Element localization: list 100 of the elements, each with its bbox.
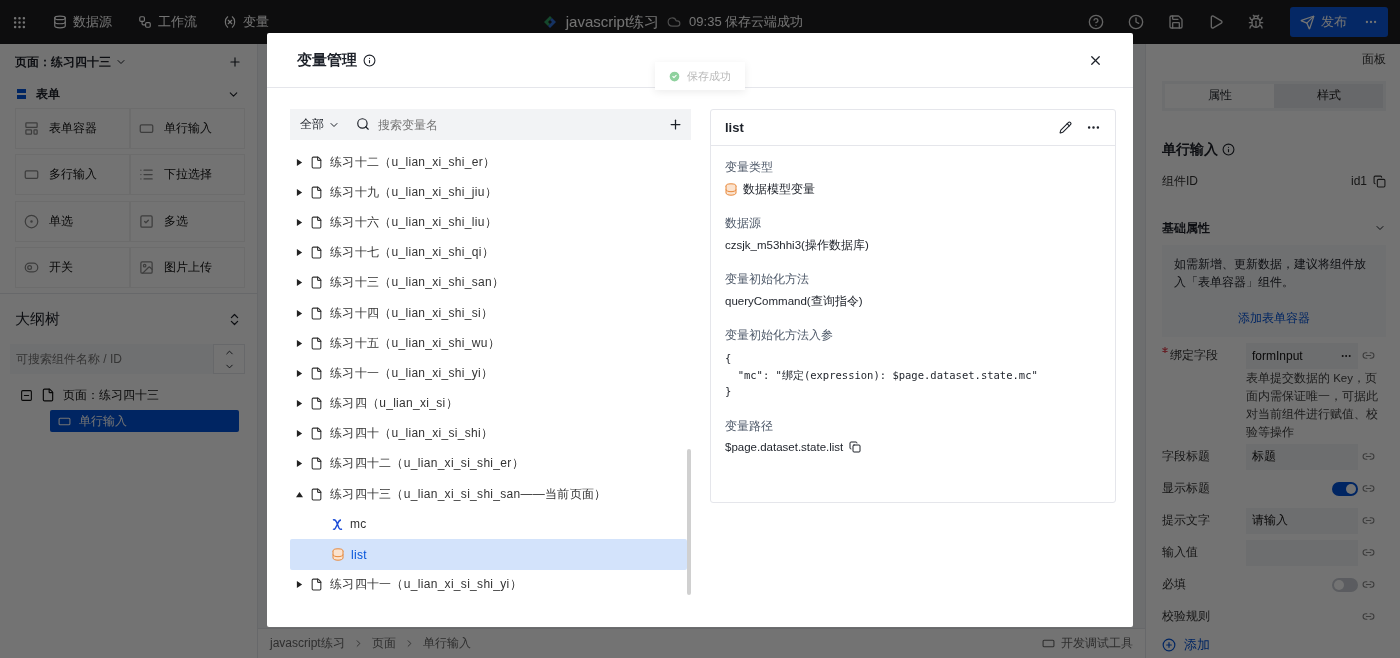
toggle-switch[interactable] [1332,481,1358,496]
toast-text: 保存成功 [687,68,731,84]
outline-node[interactable]: 单行输入 [50,410,239,432]
toggle-switch[interactable] [1332,577,1358,592]
binding-field[interactable]: formInput [1246,342,1358,369]
page-icon [310,336,323,350]
image-icon [139,259,154,275]
breadcrumb-link[interactable]: 单行输入 [422,635,471,652]
info-icon[interactable] [363,53,376,67]
caret-icon[interactable] [296,369,303,377]
filter-dropdown[interactable]: 全部 [290,109,356,140]
app-title: javascript练习 [565,12,660,32]
tree-label: 练习十四（u_lian_xi_shi_si） [330,304,494,322]
input-field[interactable]: 标题 [1246,443,1358,470]
page-select[interactable]: 页面：练习四十三 [15,53,127,71]
tree-item[interactable]: 练习四十一（u_lian_xi_si_shi_yi） [290,569,687,600]
add-link[interactable]: 添加 [1162,632,1386,658]
tree-item[interactable]: 练习十二（u_lian_xi_shi_er） [290,147,687,178]
tree-label: 练习十七（u_lian_xi_shi_qi） [330,244,494,262]
tree-label: 练习十一（u_lian_xi_shi_yi） [330,364,494,382]
variable-name: list [725,120,744,135]
tree-item[interactable]: 练习四十二（u_lian_xi_si_shi_er） [290,448,687,480]
tree-item[interactable]: 练习十六（u_lian_xi_shi_liu） [290,207,687,238]
outline-search-field[interactable]: 可搜索组件名称 / ID [10,344,213,374]
collapse-icon[interactable] [20,388,33,402]
caret-icon[interactable] [296,279,303,287]
page-icon [310,185,323,199]
scrollbar[interactable] [687,449,691,595]
cloud-icon [667,15,682,29]
component-item[interactable]: 多行输入 [15,154,130,196]
add-icon[interactable] [228,55,242,69]
caret-icon[interactable] [296,188,303,196]
page-icon [310,578,323,592]
outline-label: 页面：练习四十三 [63,386,159,404]
component-item[interactable]: 开关 [15,246,130,288]
page-icon [310,155,323,169]
tree-item[interactable]: 练习十一（u_lian_xi_shi_yi） [290,358,687,389]
edit-icon[interactable] [1059,121,1072,134]
caret-icon[interactable] [296,249,303,257]
copy-icon[interactable] [1373,174,1386,188]
debug-tool-button[interactable]: 开发调试工具 [1042,635,1133,652]
tab[interactable]: 属性 [1165,83,1274,108]
outline-node[interactable]: 页面：练习四十三 [20,384,239,406]
variable-item[interactable]: list [290,539,687,570]
success-icon [668,69,681,83]
caret-icon[interactable] [296,339,303,347]
publish-button[interactable]: 发布 [1290,7,1388,37]
caret-icon[interactable] [296,400,303,408]
breadcrumb-link[interactable]: 页面 [371,635,396,652]
caret-icon[interactable] [296,430,303,438]
page-icon [310,246,323,260]
caret-icon[interactable] [296,158,303,166]
tab[interactable]: 样式 [1274,83,1383,108]
workflow-icon [138,15,152,29]
caret-icon[interactable] [296,490,303,498]
tree-item[interactable]: 练习十七（u_lian_xi_shi_qi） [290,237,687,268]
copy-icon[interactable] [849,440,862,453]
caret-icon[interactable] [296,309,303,317]
add-button[interactable] [660,109,691,140]
tree-item[interactable]: 练习十九（u_lian_xi_shi_jiu） [290,177,687,208]
add-icon [1162,638,1176,653]
add-form-container-link[interactable]: 添加表单容器 [1174,308,1374,327]
tree-label: 练习四十二（u_lian_xi_si_shi_er） [330,455,524,473]
component-label: 单选 [49,212,73,230]
page-icon [310,457,323,471]
caret-icon[interactable] [296,218,303,226]
component-item[interactable]: 单行输入 [130,108,245,149]
page-icon [310,427,323,441]
group-title: 表单 [36,85,60,103]
tree-item[interactable]: 练习四（u_lian_xi_si） [290,388,687,419]
tree-item[interactable]: 练习四十三（u_lian_xi_si_shi_san——当前页面） [290,479,687,510]
component-item[interactable]: 表单容器 [15,108,130,149]
component-label: 多选 [164,212,188,230]
component-label: 单行输入 [164,120,212,137]
component-item[interactable]: 图片上传 [130,246,245,288]
variable-item[interactable]: mc [290,509,687,540]
nav-label: 工作流 [158,13,197,31]
component-label: 多行输入 [49,166,97,184]
dialog-title: 变量管理 [297,50,357,70]
database-icon [53,15,67,29]
nav-item[interactable]: 数据源 [53,13,112,31]
caret-icon[interactable] [296,581,303,589]
apps-icon[interactable] [12,14,27,30]
search-field[interactable]: 搜索变量名 [356,109,660,140]
input-field[interactable]: 请输入 [1246,507,1358,534]
tree-item[interactable]: 练习四十（u_lian_xi_si_shi） [290,418,687,449]
component-item[interactable]: 下拉选择 [130,154,245,196]
notice-text: 如需新增、更新数据，建议将组件放入「表单容器」组件。 [1174,255,1367,291]
tree-label: 练习十五（u_lian_xi_shi_wu） [330,334,500,352]
breadcrumb-link[interactable]: javascript练习 [270,635,345,652]
component-item[interactable]: 多选 [130,200,245,242]
nav-item[interactable]: 工作流 [138,13,197,31]
caret-icon[interactable] [296,460,303,468]
component-item[interactable]: 单选 [15,200,130,242]
tree-item[interactable]: 练习十四（u_lian_xi_shi_si） [290,297,687,329]
outline-title: 大纲树 [15,309,60,329]
tree-item[interactable]: 练习十五（u_lian_xi_shi_wu） [290,328,687,359]
page-icon [310,487,323,501]
nav-item[interactable]: 变量 [223,13,269,31]
tree-item[interactable]: 练习十三（u_lian_xi_shi_san） [290,267,687,298]
